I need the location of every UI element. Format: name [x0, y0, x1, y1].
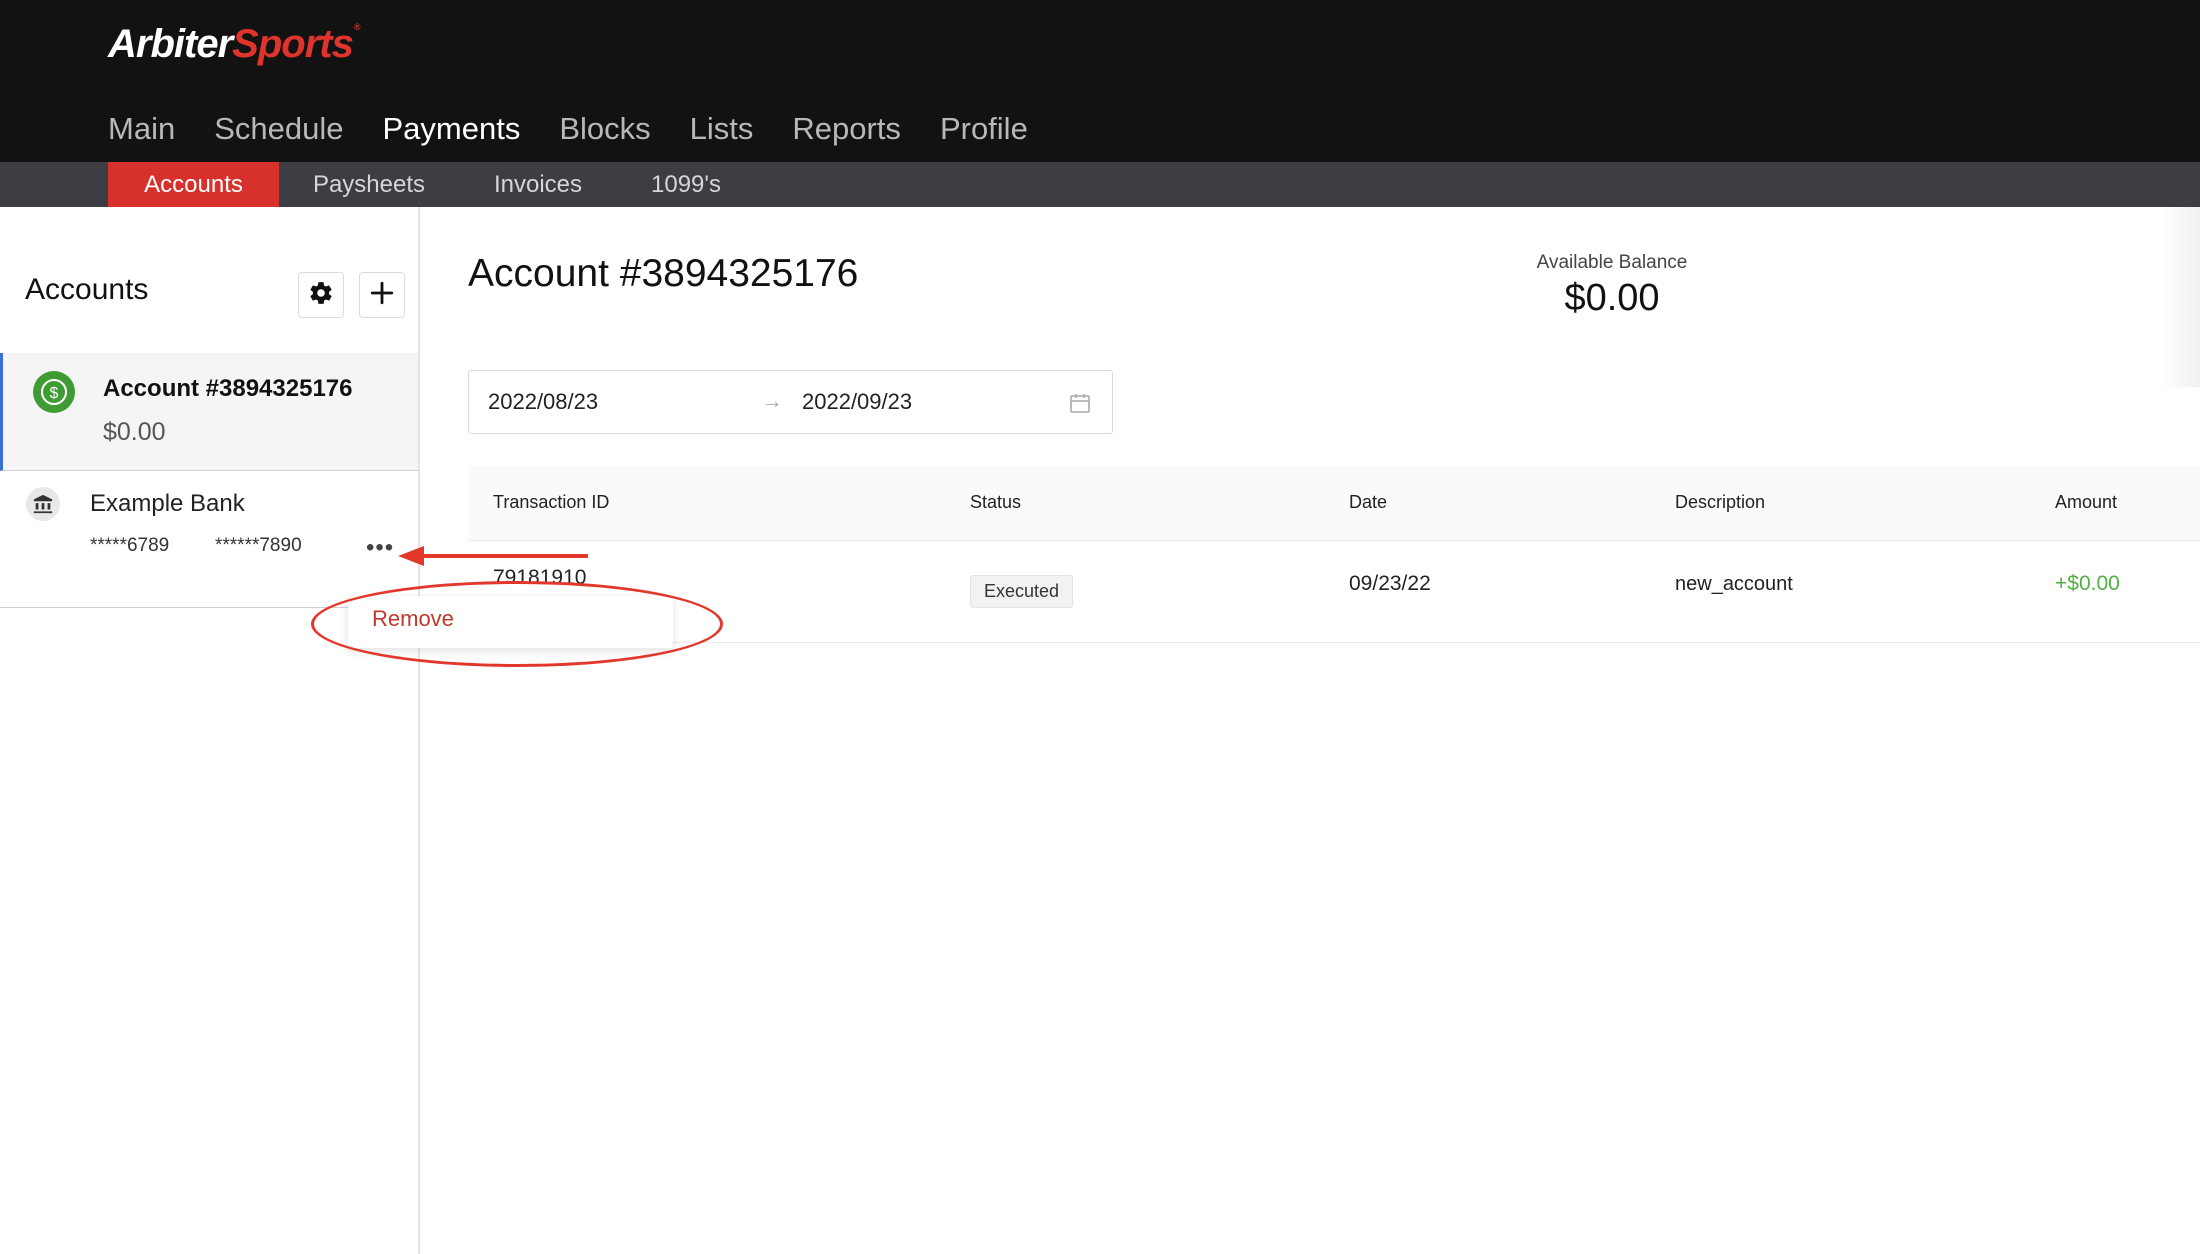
annotation-arrow — [398, 546, 588, 566]
bank-name: Example Bank — [90, 490, 245, 517]
gear-icon — [308, 280, 334, 311]
header-transaction-id[interactable]: Transaction ID — [493, 492, 609, 513]
dollar-circle-icon: $ — [33, 371, 75, 413]
accounts-sidebar: Accounts $ Account #3894325176 $0.00 Exa… — [0, 207, 420, 1254]
status-badge: Executed — [970, 575, 1074, 608]
header-date[interactable]: Date — [1349, 492, 1387, 513]
available-balance-value: $0.00 — [1564, 277, 1660, 319]
logo-text-sports: Sports — [232, 22, 354, 66]
main-nav: Main Schedule Payments Blocks Lists Repo… — [108, 108, 1067, 156]
start-date-input[interactable]: 2022/08/23 — [488, 389, 598, 415]
svg-text:$: $ — [50, 385, 59, 402]
date-range-arrow-icon: → — [761, 388, 783, 413]
available-balance-label: Available Balance — [1536, 252, 1688, 273]
annotation-ellipse — [311, 581, 723, 667]
subnav-accounts[interactable]: Accounts — [108, 162, 279, 207]
description-cell: new_account — [1675, 573, 1793, 595]
nav-lists[interactable]: Lists — [690, 108, 754, 156]
date-cell: 09/23/22 — [1349, 572, 1431, 595]
end-date-input[interactable]: 2022/09/23 — [802, 389, 912, 415]
add-account-button[interactable] — [359, 272, 405, 318]
account-balance: $0.00 — [103, 418, 166, 446]
nav-payments[interactable]: Payments — [382, 108, 520, 156]
page-title: Account #3894325176 — [468, 252, 859, 295]
subnav-paysheets[interactable]: Paysheets — [299, 162, 439, 207]
subnav-invoices[interactable]: Invoices — [478, 162, 598, 207]
table-row[interactable]: 79181910 Executed 09/23/22 new_account +… — [468, 541, 2200, 643]
calendar-icon[interactable] — [1068, 391, 1092, 420]
account-list-item[interactable]: $ Account #3894325176 $0.00 — [0, 353, 418, 471]
nav-blocks[interactable]: Blocks — [559, 108, 650, 156]
side-panel-shadow — [2160, 207, 2200, 387]
header-amount[interactable]: Amount — [2055, 492, 2117, 513]
plus-icon — [369, 280, 395, 311]
bank-routing-number: ******7890 — [215, 535, 302, 556]
nav-schedule[interactable]: Schedule — [214, 108, 343, 156]
subnav-1099s[interactable]: 1099's — [636, 162, 736, 207]
nav-main[interactable]: Main — [108, 108, 175, 156]
date-range-picker[interactable]: 2022/08/23 → 2022/09/23 — [468, 370, 1113, 434]
header-status[interactable]: Status — [970, 492, 1021, 513]
logo-text-arbiter: Arbiter — [108, 22, 233, 66]
sidebar-title: Accounts — [25, 273, 149, 306]
account-name: Account #3894325176 — [103, 375, 353, 402]
bank-account-number: *****6789 — [90, 535, 170, 556]
settings-button[interactable] — [298, 272, 344, 318]
ellipsis-icon[interactable]: ••• — [366, 534, 394, 562]
header-description[interactable]: Description — [1675, 492, 1765, 513]
arbitersports-logo[interactable]: ArbiterSports® — [108, 22, 361, 67]
nav-profile[interactable]: Profile — [940, 108, 1028, 156]
sub-nav: Accounts Paysheets Invoices 1099's — [0, 162, 2200, 207]
amount-cell: +$0.00 — [2055, 572, 2120, 595]
logo-trademark: ® — [353, 22, 361, 32]
bank-list-item[interactable]: Example Bank *****6789 ******7890 ••• — [0, 472, 418, 608]
top-bar: ArbiterSports® Main Schedule Payments Bl… — [0, 0, 2200, 162]
nav-reports[interactable]: Reports — [792, 108, 901, 156]
transactions-table-header: Transaction ID Status Date Description A… — [468, 465, 2200, 541]
bank-icon — [26, 487, 60, 521]
